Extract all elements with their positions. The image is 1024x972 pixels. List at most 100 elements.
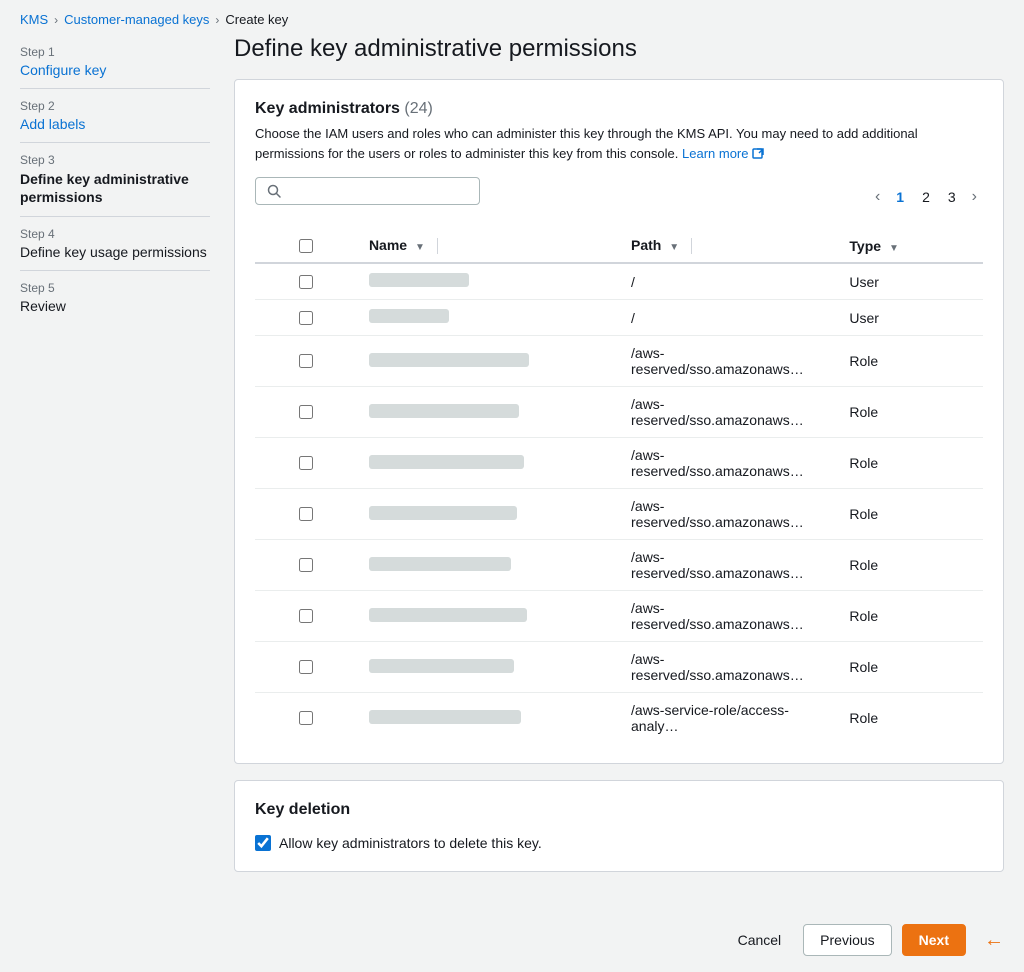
type-cell-2: Role [837, 336, 983, 387]
name-blur-3 [369, 404, 519, 418]
col-header-name: Name ▼ [357, 229, 619, 263]
row-checkbox-8[interactable] [299, 660, 313, 674]
type-cell-1: User [837, 300, 983, 336]
type-cell-3: Role [837, 387, 983, 438]
row-checkbox-1[interactable] [299, 311, 313, 325]
breadcrumb-cmk-link[interactable]: Customer-managed keys [64, 12, 209, 27]
sidebar: Step 1 Configure key Step 2 Add labels S… [20, 35, 210, 888]
step-5-text: Review [20, 298, 210, 314]
key-admins-card: Key administrators (24) Choose the IAM u… [234, 79, 1004, 764]
table-row: /aws-reserved/sso.amazonaws…Role [255, 387, 983, 438]
type-cell-5: Role [837, 489, 983, 540]
key-deletion-title: Key deletion [255, 801, 983, 819]
path-sort-icon: ▼ [669, 242, 679, 253]
step-3-label: Step 3 [20, 153, 210, 167]
row-checkbox-4[interactable] [299, 456, 313, 470]
step-1-item: Step 1 Configure key [20, 35, 210, 89]
key-admins-count: (24) [404, 100, 432, 117]
step-1-link[interactable]: Configure key [20, 62, 106, 78]
breadcrumb-kms-link[interactable]: KMS [20, 12, 48, 27]
name-blur-1 [369, 309, 449, 323]
path-cell-4: /aws-reserved/sso.amazonaws… [619, 438, 837, 489]
name-blur-5 [369, 506, 517, 520]
step-4-item: Step 4 Define key usage permissions [20, 217, 210, 271]
type-cell-7: Role [837, 591, 983, 642]
name-sort-icon: ▼ [415, 242, 425, 253]
select-all-checkbox[interactable] [299, 239, 313, 253]
footer: Cancel Previous Next ← [0, 908, 1024, 972]
external-link-icon [752, 148, 764, 160]
type-cell-4: Role [837, 438, 983, 489]
type-cell-6: Role [837, 540, 983, 591]
pagination-next-icon[interactable]: › [966, 184, 983, 210]
name-blur-4 [369, 455, 524, 469]
step-3-text: Define key administrative permissions [20, 170, 210, 206]
row-checkbox-3[interactable] [299, 405, 313, 419]
name-blur-6 [369, 557, 511, 571]
path-cell-9: /aws-service-role/access-analy… [619, 693, 837, 744]
col-header-type: Type ▼ [837, 229, 983, 263]
pagination-page-1[interactable]: 1 [888, 185, 912, 209]
pagination-page-3[interactable]: 3 [940, 185, 964, 209]
admins-table: Name ▼ Path ▼ Type ▼ [255, 229, 983, 743]
path-cell-8: /aws-reserved/sso.amazonaws… [619, 642, 837, 693]
table-row: /aws-reserved/sso.amazonaws…Role [255, 642, 983, 693]
pagination-prev-icon[interactable]: ‹ [869, 184, 886, 210]
main-content: Define key administrative permissions Ke… [234, 35, 1004, 888]
key-admins-title: Key administrators (24) [255, 100, 983, 118]
pagination: ‹ 1 2 3 › [869, 184, 983, 210]
step-5-item: Step 5 Review [20, 271, 210, 324]
path-cell-2: /aws-reserved/sso.amazonaws… [619, 336, 837, 387]
table-row: /aws-reserved/sso.amazonaws…Role [255, 438, 983, 489]
path-cell-3: /aws-reserved/sso.amazonaws… [619, 387, 837, 438]
search-pagination-row: ‹ 1 2 3 › [255, 177, 983, 217]
row-checkbox-2[interactable] [299, 354, 313, 368]
step-2-label: Step 2 [20, 99, 210, 113]
row-checkbox-7[interactable] [299, 609, 313, 623]
previous-button[interactable]: Previous [803, 924, 891, 956]
row-checkbox-5[interactable] [299, 507, 313, 521]
table-row: /aws-reserved/sso.amazonaws…Role [255, 336, 983, 387]
table-row: /User [255, 263, 983, 300]
allow-deletion-text: Allow key administrators to delete this … [279, 835, 542, 851]
name-blur-9 [369, 710, 521, 724]
step-2-link[interactable]: Add labels [20, 116, 85, 132]
table-row: /aws-reserved/sso.amazonaws…Role [255, 540, 983, 591]
type-cell-0: User [837, 263, 983, 300]
allow-deletion-checkbox[interactable] [255, 835, 271, 851]
path-cell-0: / [619, 263, 837, 300]
table-row: /aws-service-role/access-analy…Role [255, 693, 983, 744]
path-cell-5: /aws-reserved/sso.amazonaws… [619, 489, 837, 540]
row-checkbox-9[interactable] [299, 711, 313, 725]
table-row: /aws-reserved/sso.amazonaws…Role [255, 489, 983, 540]
type-sort-icon: ▼ [889, 243, 899, 254]
name-blur-8 [369, 659, 514, 673]
key-admins-desc: Choose the IAM users and roles who can a… [255, 124, 983, 163]
page-title: Define key administrative permissions [234, 35, 1004, 63]
cancel-button[interactable]: Cancel [726, 926, 794, 954]
type-cell-9: Role [837, 693, 983, 744]
search-input[interactable] [288, 183, 469, 199]
name-blur-7 [369, 608, 527, 622]
step-4-label: Step 4 [20, 227, 210, 241]
type-cell-8: Role [837, 642, 983, 693]
pagination-page-2[interactable]: 2 [914, 185, 938, 209]
step-1-label: Step 1 [20, 45, 210, 59]
row-checkbox-6[interactable] [299, 558, 313, 572]
table-row: /aws-reserved/sso.amazonaws…Role [255, 591, 983, 642]
learn-more-link[interactable]: Learn more [682, 146, 764, 161]
name-blur-0 [369, 273, 469, 287]
next-button[interactable]: Next [902, 924, 966, 956]
name-blur-2 [369, 353, 529, 367]
table-row: /User [255, 300, 983, 336]
col-header-path: Path ▼ [619, 229, 837, 263]
search-bar[interactable] [255, 177, 480, 205]
arrow-indicator: ← [984, 929, 1004, 952]
row-checkbox-0[interactable] [299, 275, 313, 289]
path-cell-7: /aws-reserved/sso.amazonaws… [619, 591, 837, 642]
breadcrumb-sep-2: › [215, 13, 219, 27]
step-2-item: Step 2 Add labels [20, 89, 210, 143]
allow-deletion-label[interactable]: Allow key administrators to delete this … [255, 835, 983, 851]
search-icon [266, 183, 282, 199]
breadcrumb-current: Create key [225, 12, 288, 27]
